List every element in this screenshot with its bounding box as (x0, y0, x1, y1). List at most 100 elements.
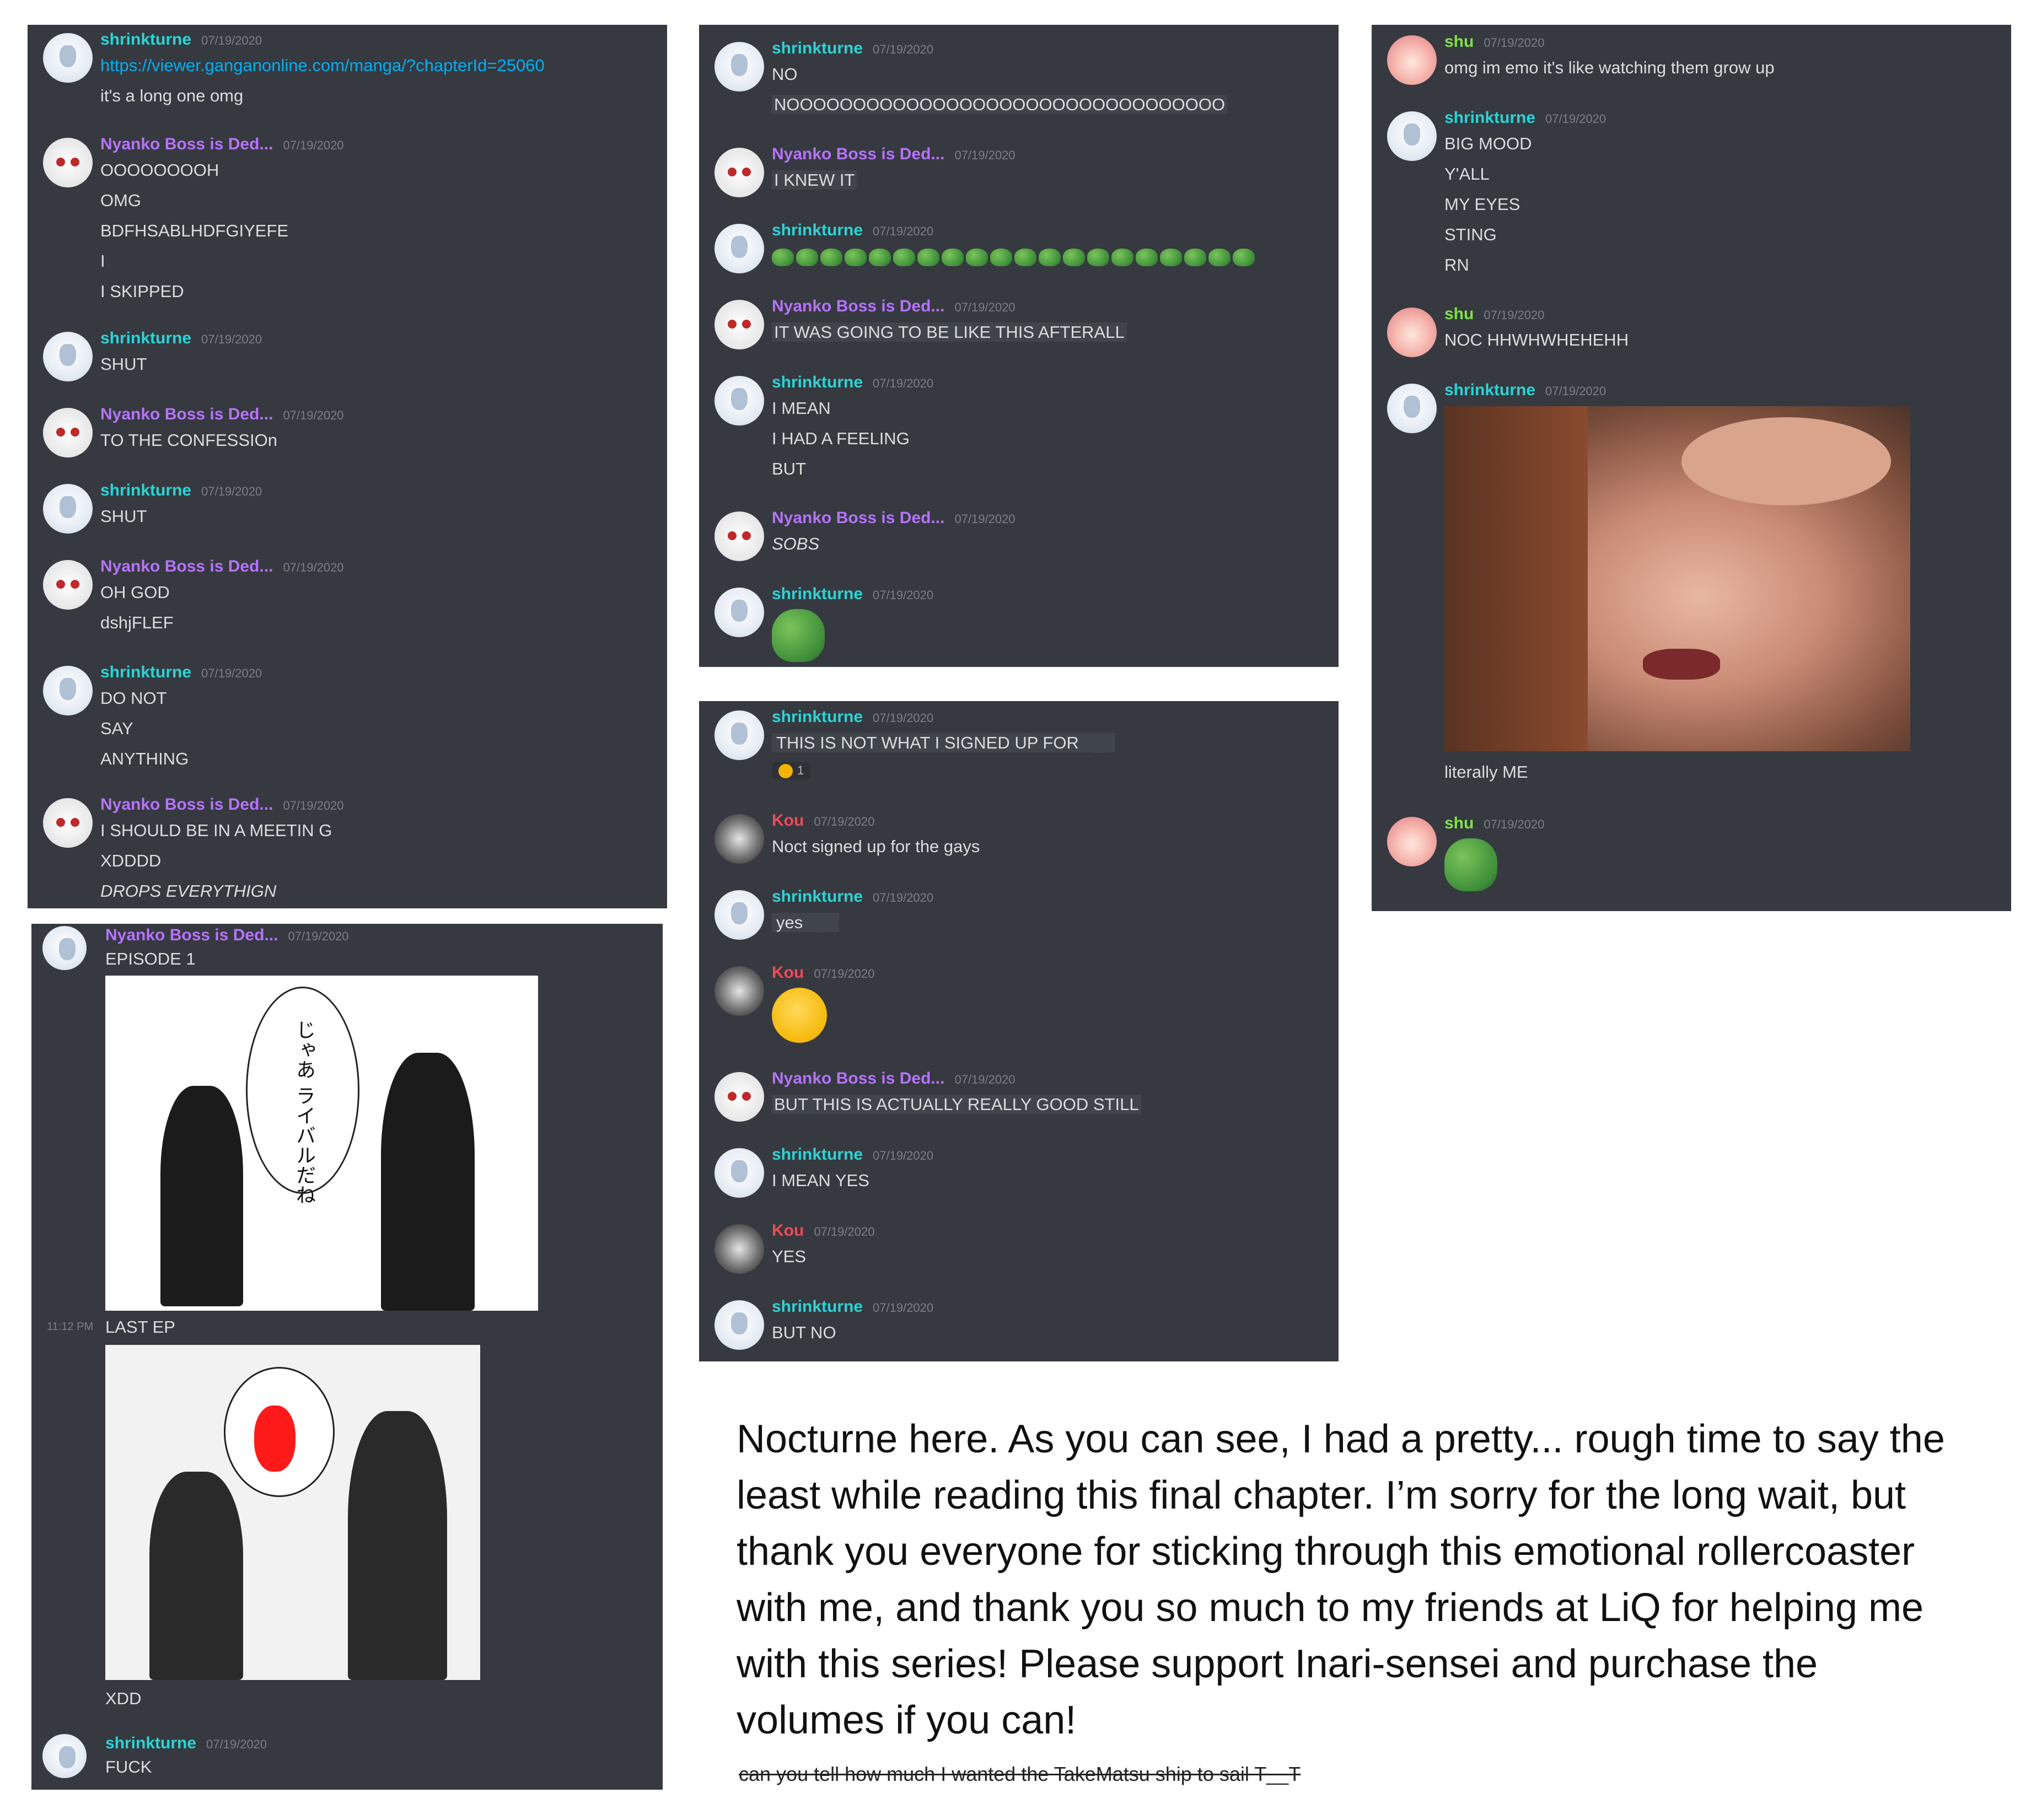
chat-panel-5: shu 07/19/2020 omg im emo it's like watch… (1372, 25, 2011, 911)
username[interactable]: Kou (772, 963, 804, 982)
username[interactable]: Nyanko Boss is Ded... (772, 145, 944, 163)
avatar[interactable] (714, 710, 764, 760)
username[interactable]: shrinkturne (772, 221, 863, 239)
username[interactable]: shrinkturne (1444, 109, 1535, 127)
avatar[interactable] (714, 300, 764, 349)
avatar[interactable] (714, 376, 764, 426)
username[interactable]: Nyanko Boss is Ded... (772, 509, 944, 527)
username[interactable]: Kou (772, 1221, 804, 1240)
pepe-emoji-icon (1136, 248, 1158, 266)
avatar[interactable] (43, 798, 93, 848)
message-text: OOOOOOOOH (100, 160, 219, 180)
message-text: BUT THIS IS ACTUALLY REALLY GOOD STILL (772, 1095, 1141, 1114)
message-text: XDD (105, 1689, 142, 1708)
message-text: MY EYES (1444, 195, 1520, 214)
message-text: LAST EP (105, 1317, 175, 1337)
avatar[interactable] (43, 560, 93, 610)
avatar[interactable] (714, 588, 764, 637)
username[interactable]: shrinkturne (772, 39, 863, 57)
avatar[interactable] (43, 666, 93, 715)
avatar[interactable] (714, 890, 764, 940)
avatar[interactable] (43, 332, 93, 381)
timestamp: 07/19/2020 (954, 1073, 1016, 1086)
avatar[interactable] (714, 966, 764, 1016)
avatar[interactable] (43, 408, 93, 457)
hair-shape (1444, 406, 1588, 751)
username[interactable]: Nyanko Boss is Ded... (100, 135, 273, 153)
avatar[interactable] (714, 814, 764, 864)
manga-image-episode-1[interactable]: じゃあ ライバルだね (105, 976, 538, 1311)
reaction-count: 1 (797, 763, 804, 777)
mouth-shape (1643, 649, 1720, 680)
avatar[interactable] (714, 42, 764, 91)
pepe-emoji-icon (845, 248, 867, 266)
avatar[interactable] (714, 148, 764, 197)
username[interactable]: Kou (772, 811, 804, 830)
message-text: SOBS (772, 534, 820, 553)
avatar[interactable] (43, 33, 93, 83)
message-text: I MEAN YES (772, 1171, 869, 1190)
timestamp: 07/19/2020 (1545, 384, 1606, 398)
username[interactable]: shrinkturne (772, 585, 863, 603)
avatar[interactable] (1387, 35, 1437, 85)
username[interactable]: shrinkturne (100, 30, 191, 49)
avatar[interactable] (714, 1224, 764, 1274)
username[interactable]: shrinkturne (772, 373, 863, 391)
message-text: FUCK (105, 1757, 152, 1776)
avatar[interactable] (714, 1072, 764, 1122)
username[interactable]: shu (1444, 814, 1474, 832)
timestamp: 07/19/2020 (873, 376, 934, 390)
reaction-button[interactable]: 1 (772, 762, 811, 780)
username[interactable]: shrinkturne (105, 1734, 196, 1752)
username[interactable]: shu (1444, 33, 1474, 51)
timestamp: 07/19/2020 (954, 148, 1016, 162)
pepe-emoji-icon (1233, 248, 1255, 266)
avatar[interactable] (714, 1300, 764, 1350)
avatar[interactable] (1387, 308, 1437, 357)
hand-shape (1681, 417, 1891, 505)
message-text: BDFHSABLHDFGIYEFE (100, 221, 289, 240)
timestamp: 07/19/2020 (283, 408, 344, 422)
timestamp: 07/19/2020 (201, 666, 262, 680)
message-text: RN (1444, 255, 1469, 274)
username[interactable]: Nyanko Boss is Ded... (772, 1069, 944, 1087)
avatar[interactable] (714, 224, 764, 273)
timestamp: 07/19/2020 (283, 138, 344, 152)
message-link[interactable]: https://viewer.ganganonline.com/manga/?c… (100, 55, 545, 85)
chat-panel-4: shrinkturne 07/19/2020 THIS IS NOT WHAT I… (699, 701, 1339, 1361)
username[interactable]: Nyanko Boss is Ded... (100, 405, 273, 423)
avatar[interactable] (43, 138, 93, 187)
username[interactable]: shrinkturne (772, 708, 863, 726)
manga-image-last-episode[interactable] (105, 1345, 480, 1680)
avatar[interactable] (1387, 111, 1437, 161)
pepe-emoji-icon (1160, 248, 1182, 266)
message-text: I SKIPPED (100, 282, 184, 301)
avatar[interactable] (1387, 817, 1437, 866)
pepe-emoji-icon (917, 248, 939, 266)
crying-woman-image[interactable] (1444, 406, 1910, 751)
avatar[interactable] (714, 1148, 764, 1198)
timestamp: 07/19/2020 (1484, 308, 1545, 322)
username[interactable]: shrinkturne (100, 663, 191, 681)
avatar[interactable] (714, 511, 764, 561)
username[interactable]: Nyanko Boss is Ded... (100, 795, 273, 814)
username[interactable]: shu (1444, 305, 1474, 323)
avatar[interactable] (42, 1734, 87, 1778)
username[interactable]: shrinkturne (100, 329, 191, 347)
username[interactable]: shrinkturne (772, 887, 863, 906)
avatar[interactable] (1387, 384, 1437, 433)
username[interactable]: shrinkturne (772, 1145, 863, 1164)
message-text: NOOOOOOOOOOOOOOOOOOOOOOOOOOOOOOOOO (772, 95, 1228, 114)
avatar[interactable] (42, 926, 87, 970)
username[interactable]: shrinkturne (100, 481, 191, 499)
chat-panel-3: shrinkturne 07/19/2020 NO NOOOOOOOOOOOOOO… (699, 25, 1339, 667)
username[interactable]: Nyanko Boss is Ded... (772, 297, 944, 315)
username[interactable]: shrinkturne (772, 1297, 863, 1316)
timestamp: 07/19/2020 (954, 300, 1016, 314)
username[interactable]: Nyanko Boss is Ded... (100, 557, 273, 575)
username[interactable]: Nyanko Boss is Ded... (105, 926, 278, 944)
avatar[interactable] (43, 484, 93, 534)
pepe-emoji-icon (1111, 248, 1133, 266)
timestamp: 07/19/2020 (201, 332, 262, 346)
username[interactable]: shrinkturne (1444, 381, 1535, 399)
